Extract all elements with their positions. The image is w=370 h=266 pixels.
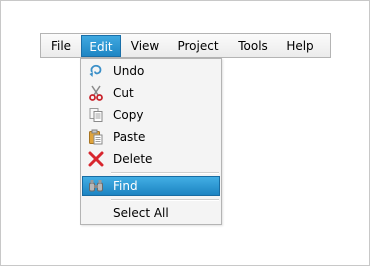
copy-icon	[88, 107, 104, 123]
delete-icon	[88, 151, 104, 167]
menu-item-copy-label: Copy	[113, 108, 144, 122]
menu-project-label: Project	[177, 39, 219, 53]
menu-item-delete[interactable]: Delete	[82, 149, 220, 169]
window-frame: File Edit View Project Tools Help Undo C…	[0, 0, 370, 266]
edit-dropdown-menu: Undo Cut Copy Paste Delete Find Select A…	[80, 58, 222, 225]
menu-item-delete-label: Delete	[113, 152, 153, 166]
menu-edit-label: Edit	[89, 40, 113, 54]
menu-file-label: File	[50, 39, 72, 53]
menu-item-paste[interactable]: Paste	[82, 127, 220, 147]
undo-icon	[88, 63, 104, 79]
menu-project[interactable]: Project	[171, 35, 225, 57]
binoculars-icon	[88, 178, 104, 194]
menu-edit[interactable]: Edit	[81, 35, 121, 57]
menu-view-label: View	[130, 39, 160, 53]
menu-item-cut-label: Cut	[113, 86, 134, 100]
scissors-icon	[88, 85, 104, 101]
menu-tools[interactable]: Tools	[231, 35, 275, 57]
menu-item-undo-label: Undo	[113, 64, 145, 78]
menu-file[interactable]: File	[45, 35, 77, 57]
menu-bar: File Edit View Project Tools Help	[40, 33, 331, 58]
menu-item-copy[interactable]: Copy	[82, 105, 220, 125]
menu-separator	[111, 172, 219, 174]
menu-item-cut[interactable]: Cut	[82, 83, 220, 103]
menu-tools-label: Tools	[238, 39, 268, 53]
menu-item-select-all[interactable]: Select All	[82, 203, 220, 223]
menu-item-undo[interactable]: Undo	[82, 61, 220, 81]
menu-separator	[111, 199, 219, 201]
menu-item-paste-label: Paste	[113, 130, 146, 144]
menu-item-find-label: Find	[113, 179, 138, 193]
menu-help[interactable]: Help	[281, 35, 319, 57]
menu-help-label: Help	[286, 39, 314, 53]
menu-item-select-all-label: Select All	[113, 206, 169, 220]
menu-view[interactable]: View	[125, 35, 165, 57]
menu-item-find[interactable]: Find	[82, 176, 220, 196]
paste-icon	[88, 129, 104, 145]
